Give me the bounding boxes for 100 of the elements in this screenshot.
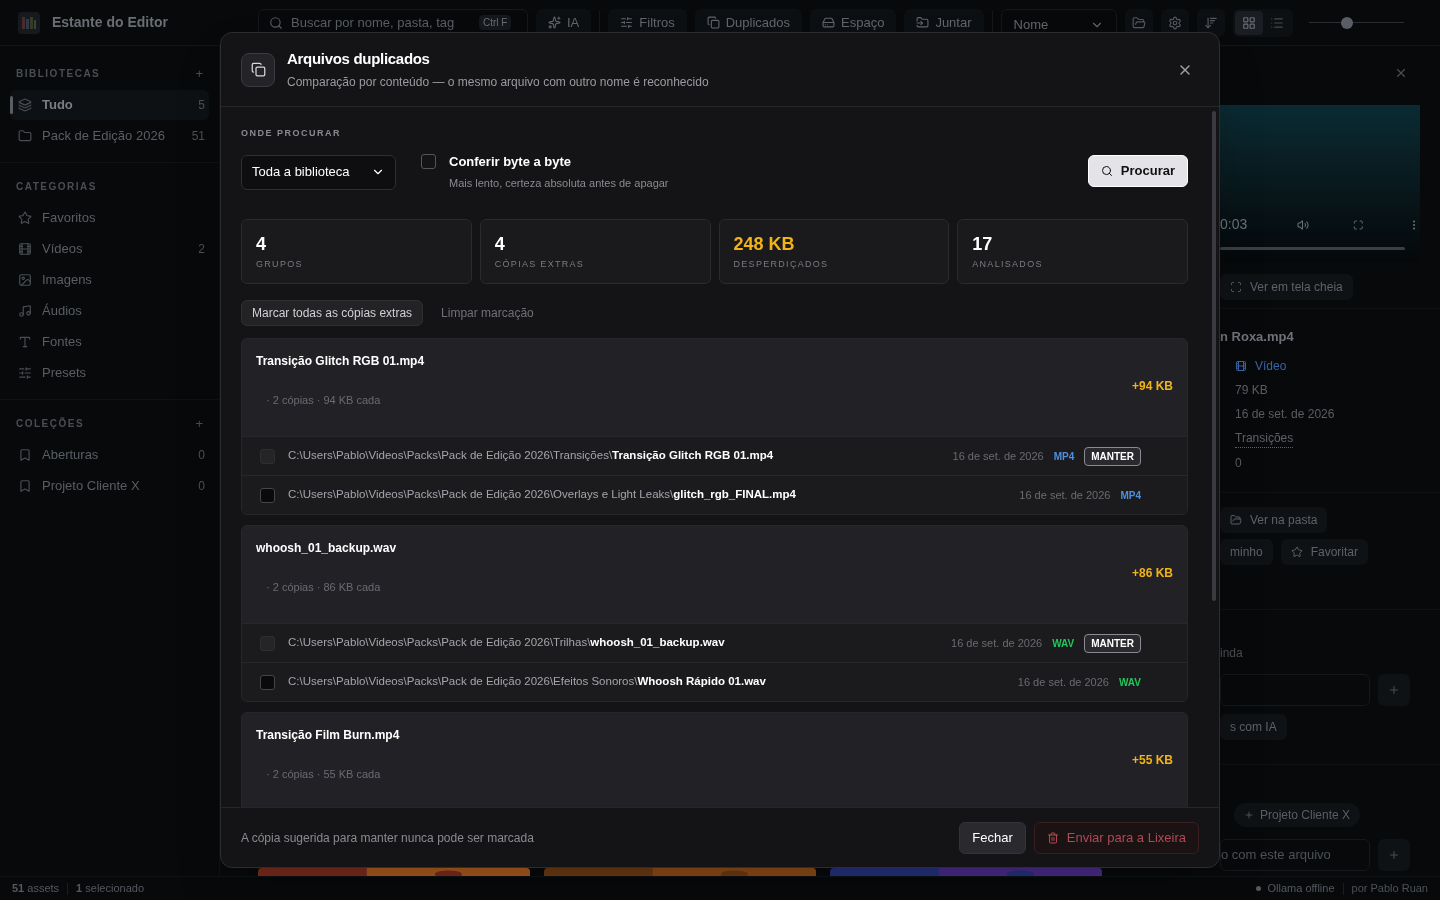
mark-all-button[interactable]: Marcar todas as cópias extras: [241, 300, 424, 326]
fullscreen-icon: [1353, 217, 1364, 232]
font-icon: [18, 335, 32, 349]
sidebar-item[interactable]: Pack de Edição 2026 51: [10, 121, 209, 151]
asset-count: 51 assets: [12, 881, 60, 897]
video-time: 0:03: [1220, 215, 1248, 234]
stat-card: 4 CÓPIAS EXTRAS: [479, 219, 711, 284]
close-icon: [1394, 66, 1408, 80]
group-meta: · 2 cópias · 94 KB cada: [265, 393, 382, 408]
file-property: 0: [1235, 454, 1243, 472]
copy-path-button[interactable]: minho: [1220, 538, 1273, 565]
dialog-title: Arquivos duplicados: [287, 48, 431, 69]
collection-field[interactable]: o com este arquivo: [1220, 838, 1370, 871]
section-title: BIBLIOTECAS: [16, 67, 101, 81]
saving-amount: +55 KB: [1131, 751, 1173, 769]
selection-count: 1 selecionado: [76, 881, 144, 897]
plus-icon: [1244, 809, 1254, 820]
star-icon: [1290, 545, 1303, 558]
sidebar-item[interactable]: Favoritos: [10, 203, 209, 233]
zoom-slider[interactable]: [1308, 16, 1404, 29]
file-type: Vídeo: [1255, 357, 1287, 375]
checkbox-hint: Mais lento, certeza absoluta antes de apagar: [449, 175, 669, 191]
folder-icon: [18, 129, 32, 143]
add-button[interactable]: +: [195, 67, 203, 80]
file-date: 16 de set. de 2026: [1017, 674, 1109, 690]
ollama-status: Ollama offline: [1267, 881, 1335, 897]
file-category[interactable]: Transições: [1235, 428, 1294, 448]
add-button[interactable]: [1378, 673, 1410, 706]
file-date: 16 de set. de 2026: [952, 448, 1044, 464]
app-title: Estante do Editor: [52, 13, 168, 32]
sidebar-item[interactable]: Presets: [10, 358, 209, 388]
file-name: n Roxa.mp4: [1220, 328, 1295, 346]
dialog-icon: [241, 52, 275, 87]
trash-button[interactable]: Enviar para a Lixeira: [1033, 821, 1199, 854]
file-property: 79 KB: [1235, 381, 1269, 399]
keep-badge: MANTER: [1084, 446, 1141, 466]
file-path: C:\Users\Pablo\Videos\Packs\Pack de Edição 2026\Efeitos Sonoros\Whoosh Rápido 01.wav: [288, 674, 767, 690]
sidebar-item[interactable]: Aberturas 0: [10, 440, 209, 470]
checkbox-label: Conferir byte a byte: [449, 153, 573, 170]
sidebar-item[interactable]: Fontes: [10, 327, 209, 357]
grid-icon: [1241, 15, 1256, 30]
trash-icon: [1046, 831, 1059, 844]
toolbar-icon: [916, 16, 930, 29]
folder-icon: [1230, 513, 1242, 526]
saving-amount: +94 KB: [1131, 377, 1173, 395]
plus-icon: [1388, 683, 1400, 696]
sidebar-item[interactable]: Áudios: [10, 296, 209, 326]
sidebar-item[interactable]: Vídeos 2: [10, 234, 209, 264]
collection-chip[interactable]: Projeto Cliente X: [1234, 802, 1361, 827]
section-title: COLEÇÕES: [16, 416, 85, 431]
file-path: C:\Users\Pablo\Videos\Packs\Pack de Edição 2026\Transições\Transição Glitch RGB 01.mp4: [288, 448, 775, 464]
sidebar-item[interactable]: Imagens: [10, 265, 209, 295]
footer-note: A cópia sugerida para manter nunca pode ser marcada: [241, 829, 535, 847]
stat-card: 248 KB DESPERDIÇADOS: [718, 219, 950, 284]
section-label: ONDE PROCURAR: [241, 127, 342, 140]
search-button[interactable]: Procurar: [1087, 154, 1188, 187]
sort-button[interactable]: [1196, 8, 1225, 37]
show-in-folder-button[interactable]: Ver na pasta: [1220, 506, 1328, 533]
group-title: whoosh_01_backup.wav: [256, 540, 397, 557]
file-date: 16 de set. de 2026: [1019, 487, 1111, 503]
sidebar-item[interactable]: Tudo 5: [10, 90, 209, 120]
file-type: MP4: [1053, 449, 1075, 464]
fullscreen-icon: [1230, 281, 1242, 293]
notes-field[interactable]: [1220, 673, 1370, 706]
favorite-button[interactable]: Favoritar: [1280, 538, 1369, 565]
folder-icon: [1131, 15, 1146, 30]
file-path: C:\Users\Pablo\Videos\Packs\Pack de Edição 2026\Overlays e Light Leaks\glitch_rgb_FINAL.mp4: [288, 487, 797, 503]
toolbar-icon: [706, 16, 720, 29]
film-icon: [1235, 359, 1247, 372]
file-property: 16 de set. de 2026: [1235, 405, 1336, 423]
sidebar-item[interactable]: Projeto Cliente X 0: [10, 471, 209, 501]
checkbox[interactable]: [260, 674, 275, 690]
settings-icon: [1167, 15, 1182, 30]
add-button[interactable]: +: [195, 417, 203, 430]
favorites-icon: [18, 211, 32, 225]
toolbar-icon: [548, 16, 561, 29]
scope-select[interactable]: Toda a biblioteca: [241, 154, 396, 190]
sort-icon: [1203, 15, 1218, 30]
checkbox[interactable]: [421, 153, 436, 169]
ai-button[interactable]: s com IA: [1220, 713, 1287, 740]
video-icon: [18, 242, 32, 256]
file-type: WAV: [1118, 675, 1141, 690]
clear-button[interactable]: Limpar marcação: [431, 300, 544, 326]
grid-view-button[interactable]: [1234, 10, 1263, 35]
image-icon: [18, 273, 32, 287]
fullscreen-button[interactable]: Ver em tela cheia: [1220, 274, 1353, 300]
search-icon: [269, 15, 283, 30]
checkbox[interactable]: [260, 487, 275, 503]
group-meta: · 2 cópias · 86 KB cada: [265, 580, 382, 595]
plus-icon: [1388, 848, 1400, 861]
add-button[interactable]: [1378, 838, 1410, 871]
search-icon: [1100, 164, 1113, 177]
group-title: Transição Film Burn.mp4: [256, 727, 400, 744]
close-dialog-button[interactable]: Fechar: [959, 821, 1026, 854]
search-field[interactable]: Buscar por nome, pasta, tag: [291, 12, 471, 33]
saving-amount: +86 KB: [1131, 564, 1173, 582]
toolbar-icon: [822, 16, 835, 29]
file-type: MP4: [1120, 488, 1141, 503]
file-path: C:\Users\Pablo\Videos\Packs\Pack de Edição 2026\Trilhas\whoosh_01_backup.wav: [288, 635, 726, 651]
stat-card: 4 GRUPOS: [241, 219, 472, 284]
